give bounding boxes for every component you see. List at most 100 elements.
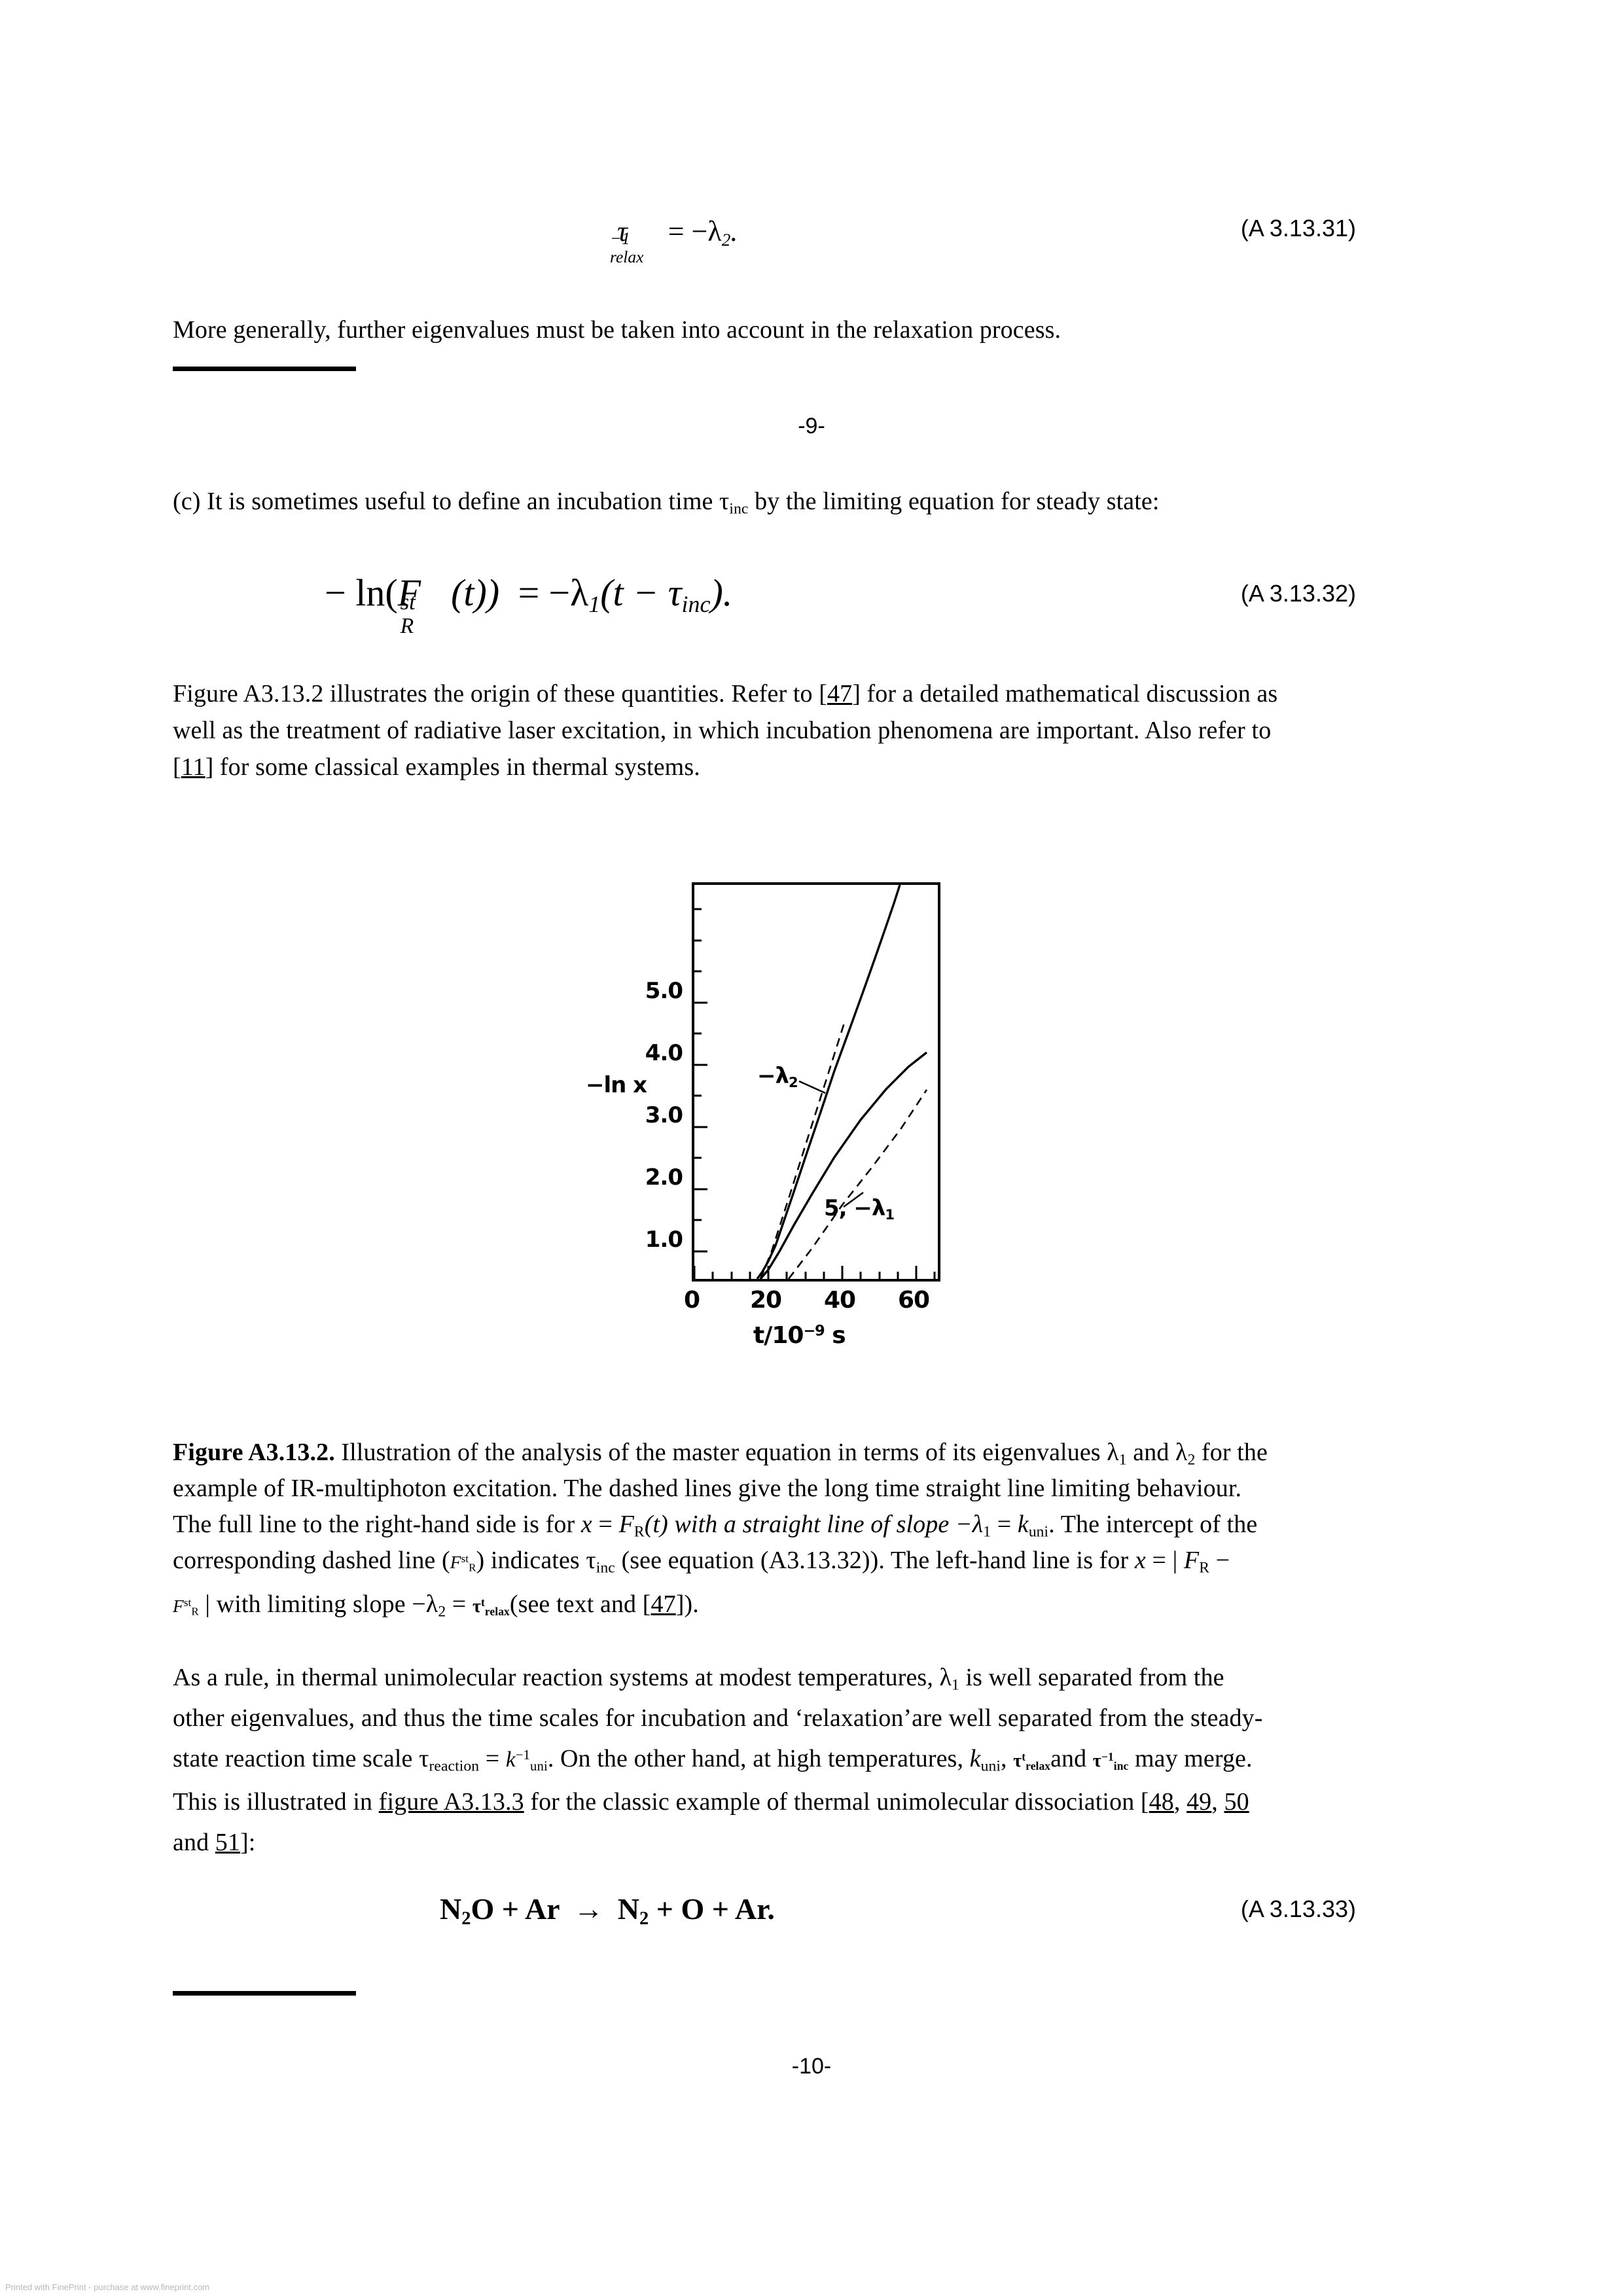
paragraph-figure-reference-line3: [11] for some classical examples in ther… <box>173 749 1475 785</box>
caption-l5-f-sup: st <box>183 1596 192 1609</box>
figure-a31332-plot: −λ2 5, −λ1 1.0 2.0 3.0 4.0 5.0 −ln x 0 2… <box>586 882 952 1386</box>
caption-l5-tau: τ <box>472 1596 481 1617</box>
closing-line1: As a rule, in thermal unimolecular react… <box>173 1657 1475 1698</box>
figure-link-a3133[interactable]: figure A3.13.3 <box>379 1788 524 1816</box>
caption-l4-b: ) indicates τ <box>476 1547 596 1574</box>
caption-l4-c: (see equation (A3.13.32)). The left-hand… <box>615 1547 1135 1574</box>
caption-l4-f-sup: st <box>461 1552 469 1566</box>
caption-lambda1-sub: 1 <box>1118 1451 1127 1469</box>
page-folio-bottom: -10- <box>791 2054 832 2079</box>
closing-line3: state reaction time scale τreaction = k−… <box>173 1738 1475 1782</box>
closing-kuni-sub: uni <box>980 1757 1001 1775</box>
citation-link-50[interactable]: 50 <box>1224 1788 1249 1816</box>
citation-link-48[interactable]: 48 <box>1149 1788 1174 1816</box>
equation-a31331-rhs: = −λ <box>668 215 722 247</box>
closing-l3-e: and <box>1050 1745 1093 1772</box>
section-rule-bottom <box>173 1991 356 1996</box>
product-n: N <box>617 1892 639 1926</box>
closing-tau3-sup: −1 <box>1101 1749 1114 1763</box>
plot-canvas <box>694 885 936 1279</box>
y-tick-label-2: 2.0 <box>645 1164 683 1191</box>
closing-line2: other eigenvalues, and thus the time sca… <box>173 1698 1475 1738</box>
x-axis-title: t/10−9 s <box>753 1322 846 1349</box>
paragraph-figure-reference: Figure A3.13.2 illustrates the origin of… <box>173 675 1475 785</box>
tau-subscript: relax <box>610 247 644 266</box>
equation-a31332-lambda: −λ <box>548 571 589 614</box>
caption-l5-tau-sub: relax <box>484 1604 510 1618</box>
caption-l4-tau-sub: inc <box>596 1559 615 1577</box>
reactant-n-sub: 2 <box>461 1908 471 1929</box>
caption-l5-d: ]). <box>675 1590 699 1618</box>
caption-l3-d: = <box>991 1511 1018 1538</box>
tau-superscript: −1 <box>610 228 631 248</box>
x-tick-label-60: 60 <box>897 1287 930 1314</box>
citation-link-47b[interactable]: 47 <box>651 1590 676 1618</box>
closing-tau-reaction-sub: reaction <box>429 1757 480 1775</box>
citation-link-51[interactable]: 51 <box>215 1829 240 1856</box>
product-rest: + O + Ar. <box>656 1892 775 1926</box>
closing-tau2: τ <box>1013 1751 1022 1771</box>
figure-ref-l2: well as the treatment of radiative laser… <box>173 717 1272 744</box>
caption-l4-f: F <box>450 1552 461 1572</box>
closing-l2: other eigenvalues, and thus the time sca… <box>173 1704 1263 1732</box>
closing-l3-f: may merge. <box>1128 1745 1253 1772</box>
x-tick-label-40: 40 <box>823 1287 856 1314</box>
x-tick-label-20: 20 <box>749 1287 782 1314</box>
equation-a31332-paren-open: (t − τ <box>600 571 682 614</box>
caption-l4-fr: F <box>1183 1547 1200 1574</box>
caption-l5-f-sub: R <box>191 1605 199 1618</box>
page-folio-top: -9- <box>798 414 825 439</box>
caption-l1-c: for the <box>1195 1439 1268 1466</box>
tau-inc-subscript-eq: inc <box>681 591 711 618</box>
closing-k-sup: −1 <box>515 1748 531 1763</box>
caption-l5-sub: 2 <box>438 1603 446 1621</box>
closing-kuni-symbol: k <box>969 1745 981 1772</box>
figure-caption: Figure A3.13.2. Illustration of the anal… <box>173 1435 1475 1630</box>
plot-frame: −λ2 5, −λ1 <box>692 882 940 1282</box>
closing-l4-b: for the classic example of thermal unimo… <box>524 1788 1149 1816</box>
closing-l5-b: ]: <box>240 1829 256 1856</box>
closing-l3-a: state reaction time scale τ <box>173 1745 429 1772</box>
y-tick-label-1: 1.0 <box>645 1227 683 1253</box>
caption-f-sub-r: R <box>633 1523 645 1541</box>
caption-l1-a: Illustration of the analysis of the mast… <box>334 1439 1119 1466</box>
paragraph-more-generally: More generally, further eigenvalues must… <box>173 312 1455 348</box>
paragraph-figure-reference-line2: well as the treatment of radiative laser… <box>173 712 1475 749</box>
closing-l3-d: , <box>1001 1745 1014 1772</box>
closing-l1-b: is well separated from the <box>959 1664 1224 1691</box>
caption-l4-x: x <box>1134 1547 1146 1574</box>
reaction-arrow-icon: → <box>573 1892 604 1926</box>
figure-caption-line2: example of IR-multiphoton excitation. Th… <box>173 1471 1475 1507</box>
curve-left-dashed-lambda2 <box>759 1020 846 1279</box>
x-axis-ticks <box>694 1266 936 1279</box>
paragraph-c-lead: (c) It is sometimes useful to define an … <box>173 488 730 515</box>
figure-caption-line4: corresponding dashed line (FstR) indicat… <box>173 1543 1475 1581</box>
closing-tau3: τ <box>1092 1751 1101 1771</box>
annotation-lambda-1: 5, −λ1 <box>824 1195 895 1221</box>
closing-l5-a: and <box>173 1829 215 1856</box>
x-tick-label-0: 0 <box>683 1287 700 1314</box>
caption-l2: example of IR-multiphoton excitation. Th… <box>173 1475 1242 1502</box>
section-rule-top <box>173 367 356 371</box>
closing-tau2-sub: relax <box>1026 1759 1051 1772</box>
paragraph-figure-reference-line1: Figure A3.13.2 illustrates the origin of… <box>173 675 1475 712</box>
closing-line5: and 51]: <box>173 1822 1475 1863</box>
citation-link-47[interactable]: 47 <box>827 680 852 708</box>
citation-link-49[interactable]: 49 <box>1186 1788 1211 1816</box>
paragraph-c-incubation: (c) It is sometimes useful to define an … <box>173 483 1469 520</box>
closing-sep2: , <box>1211 1788 1224 1816</box>
annotation-lambda-2-sub: 2 <box>789 1073 798 1090</box>
figure-caption-line5: FstR | with limiting slope −λ2 = τtrelax… <box>173 1581 1475 1630</box>
lambda-2-subscript: 2 <box>721 230 731 250</box>
caption-l3-lambda-sub: 1 <box>983 1523 991 1541</box>
annotation-leader-lambda2 <box>798 1080 826 1094</box>
paragraph-closing: As a rule, in thermal unimolecular react… <box>173 1657 1475 1863</box>
f-superscript-st: st <box>400 588 416 615</box>
figure-caption-line3: The full line to the right-hand side is … <box>173 1507 1475 1543</box>
citation-link-11[interactable]: 11 <box>181 753 205 781</box>
caption-l4-fr-sub: R <box>1199 1559 1210 1577</box>
figure-caption-label: Figure A3.13.2. <box>173 1439 335 1466</box>
caption-l4-f-sub: R <box>469 1561 476 1574</box>
equation-a31331-number: (A 3.13.31) <box>1240 215 1356 242</box>
closing-k-symbol: k <box>505 1748 516 1772</box>
